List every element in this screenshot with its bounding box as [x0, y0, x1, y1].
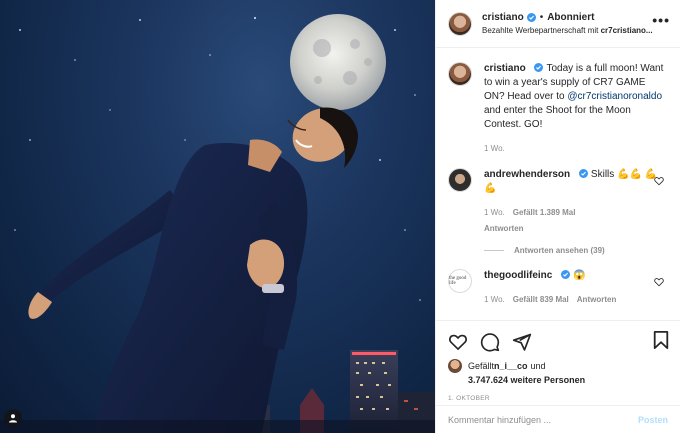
commenter-avatar[interactable]: the good life [448, 269, 472, 293]
post-comment-button[interactable]: Posten [638, 415, 668, 425]
comment-likes-count[interactable]: Gefällt 1.389 Mal [513, 206, 576, 220]
comment-icon[interactable] [480, 332, 500, 352]
caption-age: 1 Wo. [484, 144, 505, 153]
reply-button[interactable]: Antworten [484, 222, 524, 236]
commenter-username[interactable]: thegoodlifeinc [484, 270, 552, 281]
post-image[interactable] [0, 0, 435, 433]
separator-dot: • [539, 12, 544, 23]
commenter-avatar[interactable] [448, 168, 472, 192]
comment-item: andrewhenderson Skills 💪💪 💪💪 1 Wo. Gefäl… [448, 168, 668, 236]
comment-like-heart-icon[interactable] [654, 277, 664, 287]
bookmark-icon[interactable] [652, 330, 670, 350]
commenter-username[interactable]: andrewhenderson [484, 169, 570, 180]
caption: cristiano Today is a full moon! Want to … [448, 62, 668, 156]
user-tag-button[interactable] [4, 409, 22, 427]
post-header: cristiano • Abonniert Bezahlte Werbepart… [436, 0, 680, 48]
comment-item: the good life thegoodlifeinc 😱 1 Wo. Gef… [448, 269, 668, 307]
likes-prefix: Gefällt [468, 361, 495, 371]
caption-mention-link[interactable]: @cr7cristianoronaldo [567, 91, 662, 102]
likes-others-button[interactable]: 3.747.624 weitere Personen [468, 375, 668, 385]
add-comment-bar: Posten [436, 405, 680, 433]
heart-icon[interactable] [448, 332, 468, 352]
verified-badge-icon [534, 63, 544, 72]
comment-age: 1 Wo. [484, 208, 505, 217]
liker-avatar[interactable] [448, 359, 462, 373]
comments-section: cristiano Today is a full moon! Want to … [436, 48, 680, 320]
post-sidebar: cristiano • Abonniert Bezahlte Werbepart… [435, 0, 680, 433]
verified-badge-icon [526, 13, 536, 22]
caption-text-2: and enter the Shoot for the Moon Contest… [484, 105, 631, 130]
user-tag-icon [9, 414, 17, 423]
partnership-brand-link[interactable]: cr7cristiano... [601, 26, 653, 35]
verified-badge-icon [561, 270, 571, 279]
caption-avatar[interactable] [448, 62, 472, 86]
moon-scene-illustration [0, 14, 435, 433]
verified-badge-icon [578, 169, 588, 178]
avatar-logo-text: the good life [449, 276, 467, 286]
post-date: 1. OKTOBER [448, 395, 490, 402]
replies-divider [484, 250, 504, 251]
comment-like-heart-icon[interactable] [654, 176, 664, 186]
post-actions: Gefällt n_i__co und 3.747.624 weitere Pe… [436, 320, 680, 433]
reply-button[interactable]: Antworten [577, 293, 617, 307]
more-options-button[interactable]: ••• [652, 13, 670, 27]
comment-age: 1 Wo. [484, 295, 505, 304]
view-replies-button[interactable]: Antworten ansehen (39) [484, 246, 668, 255]
author-avatar[interactable] [448, 11, 472, 36]
likes-summary: Gefällt n_i__co und [448, 359, 668, 373]
comment-text: 😱 [573, 270, 586, 281]
follow-status-button[interactable]: Abonniert [547, 12, 594, 23]
partnership-prefix: Bezahlte Werbepartnerschaft mit [482, 26, 601, 35]
paid-partnership-label: Bezahlte Werbepartnerschaft mit cr7crist… [482, 26, 672, 35]
view-replies-label: Antworten ansehen (39) [514, 246, 605, 255]
comment-input[interactable] [448, 414, 638, 425]
caption-username[interactable]: cristiano [484, 63, 526, 74]
share-icon[interactable] [512, 332, 532, 352]
instagram-post: cristiano • Abonniert Bezahlte Werbepart… [0, 0, 680, 433]
author-username[interactable]: cristiano [482, 12, 524, 23]
liker-username[interactable]: n_i__co [494, 361, 528, 371]
likes-suffix: und [530, 361, 546, 371]
comment-likes-count[interactable]: Gefällt 839 Mal [513, 293, 569, 307]
